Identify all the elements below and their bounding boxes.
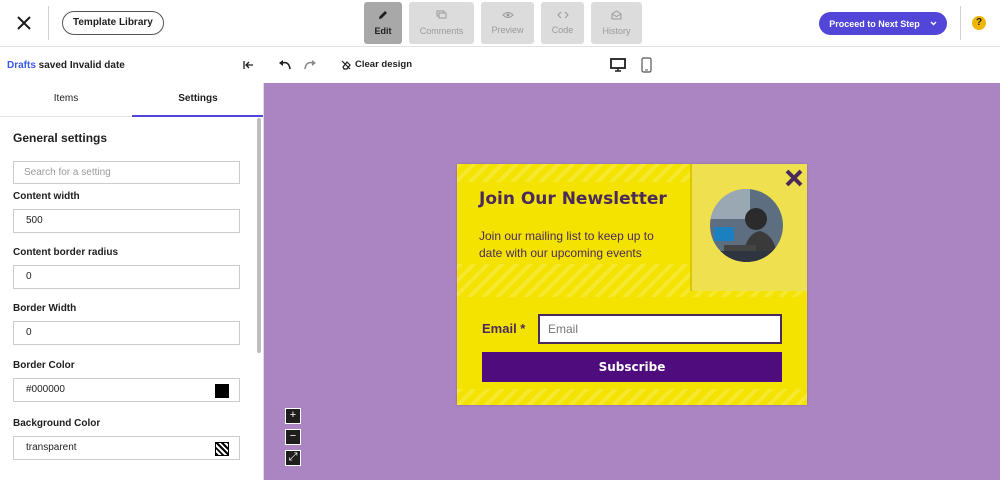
color-swatch[interactable] — [215, 384, 229, 398]
decorative-band — [457, 389, 807, 405]
mode-label: Code — [551, 25, 574, 35]
border-color-input[interactable]: #000000 — [13, 378, 240, 402]
divider — [48, 6, 49, 40]
background-color-label: Background Color — [13, 418, 101, 429]
content-border-radius-label: Content border radius — [13, 247, 119, 258]
help-icon[interactable]: ? — [972, 16, 986, 30]
eraser-icon — [341, 60, 351, 70]
redo-icon[interactable] — [303, 59, 317, 71]
save-status: Drafts saved Invalid date — [7, 60, 125, 71]
content-width-input[interactable]: 500 — [13, 209, 240, 233]
undo-icon[interactable] — [278, 59, 292, 71]
border-width-label: Border Width — [13, 303, 77, 314]
template-library-button[interactable]: Template Library — [62, 11, 164, 35]
newsletter-popup[interactable]: Join Our Newsletter Join our mailing lis… — [457, 164, 807, 405]
zoom-in-button[interactable]: + — [285, 408, 301, 424]
close-icon[interactable] — [12, 11, 36, 35]
mode-preview-button[interactable]: Preview — [481, 2, 534, 44]
mode-label: Comments — [419, 26, 464, 36]
background-color-value: transparent — [26, 442, 77, 453]
clear-design-button[interactable]: Clear design — [341, 59, 412, 70]
content-width-label: Content width — [13, 191, 80, 202]
eye-icon — [501, 12, 514, 18]
fit-screen-button[interactable]: ⤢ — [285, 450, 301, 466]
design-canvas[interactable]: + − ⤢ Join Our Newsletter Join our maili… — [264, 83, 1000, 480]
collapse-sidebar-icon[interactable] — [243, 59, 255, 71]
email-field[interactable]: Email — [538, 314, 782, 344]
comment-icon — [436, 10, 447, 19]
popup-description: Join our mailing list to keep up to date… — [479, 229, 654, 260]
border-color-label: Border Color — [13, 360, 75, 371]
code-icon — [556, 11, 569, 19]
popup-title: Join Our Newsletter — [479, 189, 667, 209]
desktop-view-icon[interactable] — [610, 58, 626, 72]
divider — [960, 6, 961, 40]
mode-switcher: Edit Comments Preview Code History — [364, 2, 642, 44]
mode-edit-button[interactable]: Edit — [364, 2, 402, 44]
tab-items[interactable]: Items — [0, 83, 132, 117]
background-color-input[interactable]: transparent — [13, 436, 240, 460]
zoom-out-button[interactable]: − — [285, 429, 301, 445]
proceed-label: Proceed to Next Step — [829, 18, 920, 29]
email-label: Email * — [482, 321, 526, 336]
transparent-swatch[interactable] — [215, 442, 229, 456]
mode-label: Edit — [374, 26, 392, 36]
mobile-view-icon[interactable] — [641, 57, 652, 73]
mode-label: Preview — [491, 25, 524, 35]
mode-history-button[interactable]: History — [591, 2, 642, 44]
clear-design-label: Clear design — [355, 59, 413, 70]
tab-settings[interactable]: Settings — [132, 83, 263, 117]
sidebar-scrollbar[interactable] — [257, 118, 261, 353]
top-bar: Template Library Edit Comments Preview C… — [0, 0, 1000, 47]
pencil-icon — [379, 11, 387, 19]
subscribe-button[interactable]: Subscribe — [482, 352, 782, 382]
mode-code-button[interactable]: Code — [541, 2, 584, 44]
mode-label: History — [602, 26, 631, 36]
border-color-value: #000000 — [26, 384, 65, 395]
sidebar-tabs: Items Settings — [0, 83, 263, 117]
save-status-text: saved Invalid date — [35, 60, 125, 71]
drafts-link[interactable]: Drafts — [7, 60, 36, 71]
history-icon — [611, 10, 622, 20]
setting-search-input[interactable]: Search for a setting — [13, 161, 240, 184]
settings-sidebar: Items Settings General settings Search f… — [0, 83, 264, 480]
proceed-button[interactable]: Proceed to Next Step — [819, 12, 947, 35]
section-title: General settings — [13, 131, 108, 145]
content-border-radius-input[interactable]: 0 — [13, 265, 240, 289]
avatar — [710, 189, 783, 262]
border-width-input[interactable]: 0 — [13, 321, 240, 345]
mode-comments-button[interactable]: Comments — [409, 2, 474, 44]
close-popup-icon[interactable] — [784, 168, 804, 188]
chevron-down-icon — [930, 21, 937, 26]
